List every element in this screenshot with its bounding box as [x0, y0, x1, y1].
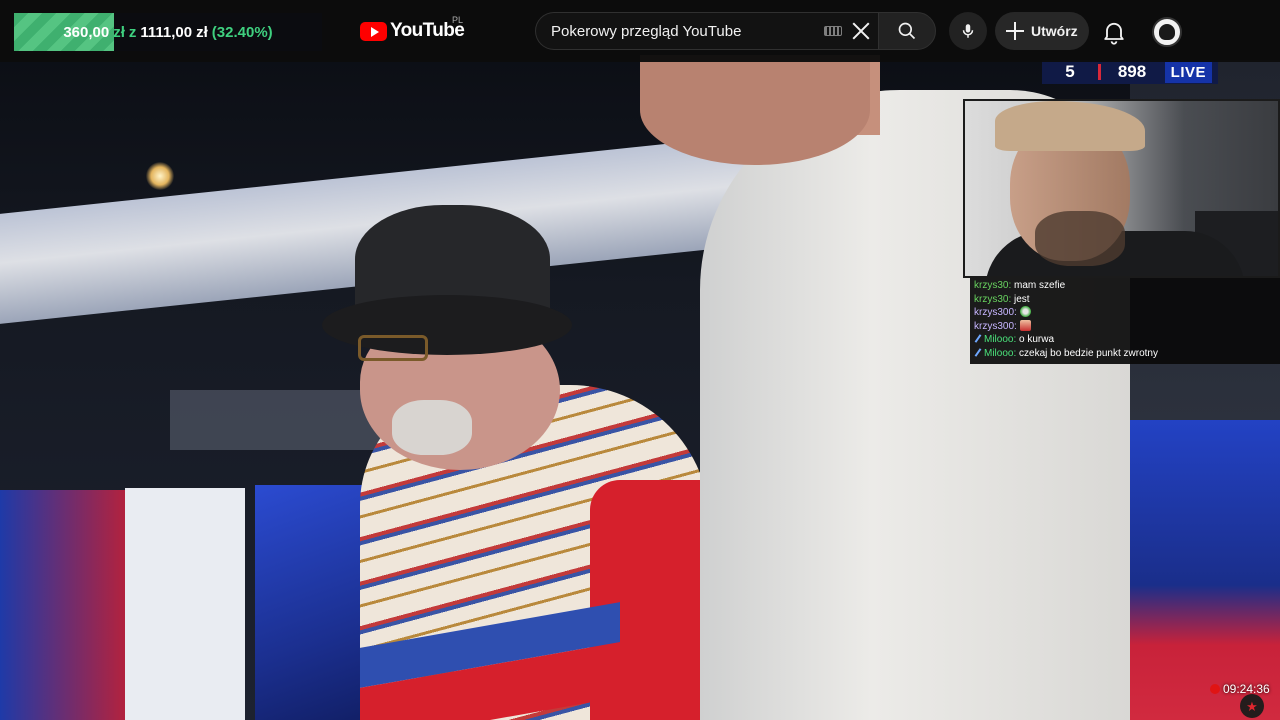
score-left: 5: [1065, 62, 1075, 81]
search-box: [535, 12, 878, 50]
create-button-label: Utwórz: [1031, 23, 1078, 39]
plus-icon: [1005, 21, 1025, 41]
webcam-scene: [995, 101, 1145, 151]
chat-username: krzys30:: [974, 293, 1012, 305]
search-button[interactable]: [878, 12, 936, 50]
donation-separator: z: [128, 23, 137, 41]
chat-message: krzys300:: [974, 306, 1276, 320]
video-person: [392, 400, 472, 455]
chat-message: krzys30: jest: [974, 293, 1276, 307]
emote-icon: [1019, 319, 1031, 331]
live-badge: LIVE: [1164, 61, 1212, 83]
chat-message: Milooo: o kurwa: [974, 333, 1276, 347]
chat-message: krzys300:: [974, 319, 1276, 334]
donation-goal: 1111,00: [140, 23, 193, 41]
record-dot-icon: [1210, 684, 1220, 694]
close-icon[interactable]: [850, 20, 872, 42]
video-person: [358, 335, 428, 361]
donation-currency: zł: [113, 23, 125, 41]
bell-icon: [1104, 22, 1124, 45]
moderator-badge-icon: [974, 334, 981, 343]
video-background: [1128, 420, 1280, 720]
donation-goal-currency: zł: [196, 23, 208, 41]
donation-goal-bar: 360,00 zł z 1111,00 zł (32.40%): [14, 13, 322, 51]
video-score-strip: 5 898 LIVE: [1042, 60, 1218, 84]
notifications-button[interactable]: [1100, 18, 1128, 46]
voice-search-button[interactable]: [949, 12, 987, 50]
chat-username: Milooo:: [984, 347, 1017, 359]
youtube-logo[interactable]: YouTube PL: [360, 15, 465, 42]
chat-text: jest: [1014, 293, 1030, 305]
chat-message: Milooo: czekaj bo bedzie punkt zwrotny: [974, 347, 1276, 361]
video-background: [146, 162, 174, 190]
search-input[interactable]: [536, 13, 824, 49]
clock-text: 09:24:36: [1223, 682, 1270, 696]
score-right: 898: [1117, 62, 1147, 81]
video-background: [125, 488, 245, 720]
chat-username: krzys300:: [974, 307, 1017, 319]
star-icon: ★: [1240, 694, 1264, 718]
donation-percent: (32.40%): [211, 23, 273, 41]
emote-icon: [1019, 306, 1031, 318]
chat-text: mam szefie: [1014, 280, 1066, 291]
chat-username: Milooo:: [984, 334, 1017, 346]
avatar-image: [1159, 24, 1175, 40]
chat-message: krzys30: mam szefie: [974, 279, 1276, 293]
moderator-badge-icon: [974, 348, 981, 357]
chat-text: o kurwa: [1019, 334, 1055, 346]
webcam-scene: [1035, 211, 1125, 266]
avatar[interactable]: [1152, 17, 1182, 47]
donation-goal-text: 360,00 zł z 1111,00 zł (32.40%): [14, 13, 322, 51]
microphone-icon: [962, 24, 974, 38]
video-background: [0, 490, 130, 720]
create-button[interactable]: Utwórz: [995, 12, 1089, 50]
masthead: 360,00 zł z 1111,00 zł (32.40%) YouTube …: [0, 0, 1280, 62]
chat-username: krzys300:: [974, 320, 1017, 332]
video-person: [640, 55, 870, 165]
keyboard-icon[interactable]: [824, 26, 842, 36]
chat-overlay: krzys30: mam szefie krzys30: jest krzys3…: [970, 278, 1280, 364]
country-code: PL: [452, 15, 464, 25]
donation-current: 360,00: [63, 23, 110, 41]
chat-username: krzys30:: [974, 280, 1012, 291]
youtube-play-icon: [360, 21, 387, 41]
search-icon: [898, 22, 916, 40]
stream-clock: 09:24:36: [1210, 682, 1270, 696]
streamer-webcam: [963, 99, 1280, 278]
chat-text: czekaj bo bedzie punkt zwrotny: [1019, 347, 1158, 359]
